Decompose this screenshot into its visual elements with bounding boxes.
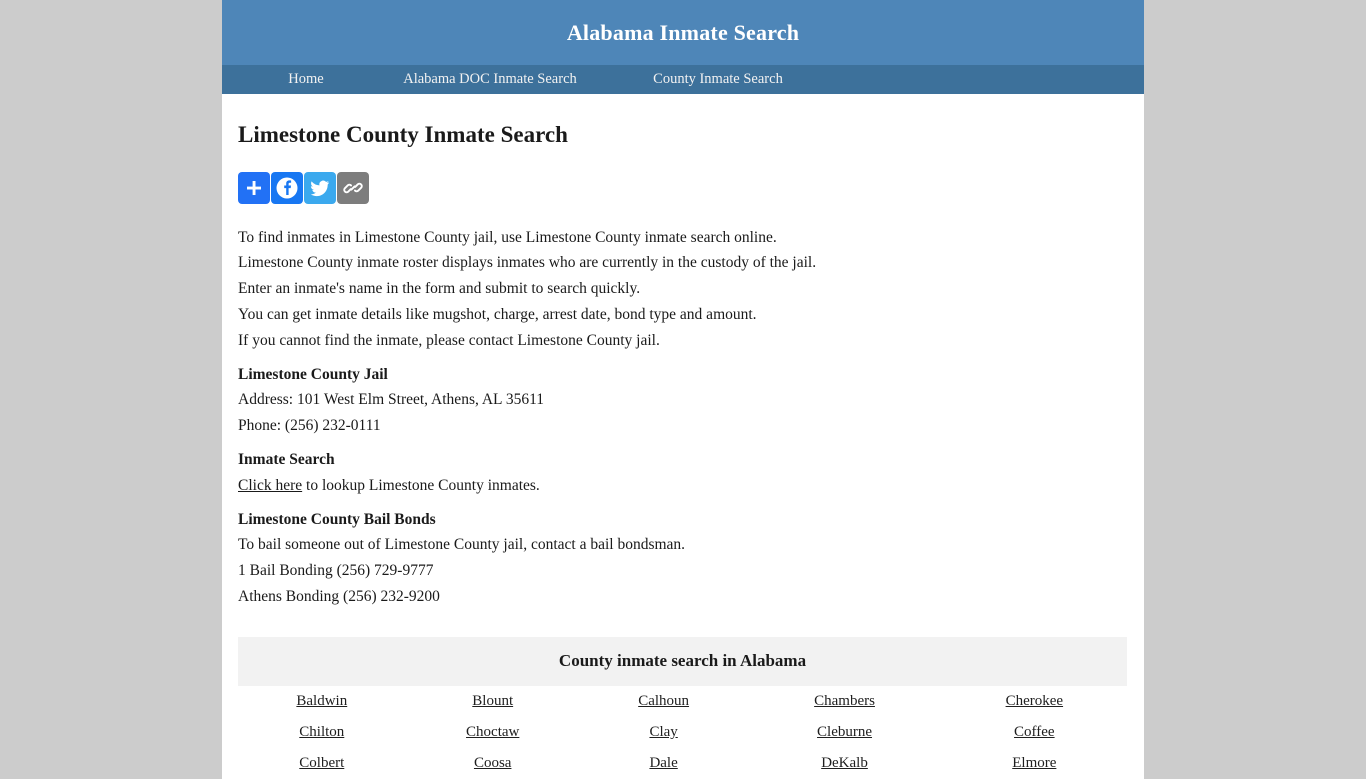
inmate-search-line: Click here to lookup Limestone County in… [238,473,1128,499]
site-title: Alabama Inmate Search [566,19,800,45]
jail-address: Address: 101 West Elm Street, Athens, AL… [238,391,545,409]
county-link-calhoun[interactable]: Calhoun [638,693,689,709]
bail-bondsman: 1 Bail Bonding (256) 729-9777 [238,562,434,580]
county-link-chambers[interactable]: Chambers [814,693,875,709]
nav-item-home[interactable]: Home [236,71,376,88]
bail-bondsman: Athens Bonding (256) 232-9200 [238,587,440,605]
county-link-dekalb[interactable]: DeKalb [821,755,868,771]
table-cell: Colbert [238,748,406,779]
county-link-dale[interactable]: Dale [649,755,677,771]
intro-line: Enter an inmate's name in the form and s… [238,280,641,298]
table-cell: Choctaw [406,717,580,748]
table-cell: Baldwin [238,686,406,717]
inmate-search-heading: Inmate Search [238,450,335,468]
county-link-coffee[interactable]: Coffee [1014,724,1055,740]
share-facebook-button[interactable] [271,171,303,204]
table-header-row: County inmate search in Alabama [238,636,1127,686]
table-cell: Cherokee [942,686,1127,717]
intro-paragraph: To find inmates in Limestone County jail… [238,225,1128,354]
share-buttons [238,171,1128,204]
intro-line: If you cannot find the inmate, please co… [238,331,660,349]
table-cell: Coosa [406,748,580,779]
bail-bonds-intro: To bail someone out of Limestone County … [238,536,686,554]
table-cell: Calhoun [580,686,748,717]
table-cell: Cleburne [747,717,941,748]
intro-line: You can get inmate details like mugshot,… [238,305,757,323]
page-container: Alabama Inmate Search Home Alabama DOC I… [222,0,1144,779]
main-navigation: Home Alabama DOC Inmate Search County In… [222,65,1144,94]
facebook-icon [275,176,299,200]
county-table-caption: County inmate search in Alabama [238,636,1127,686]
link-icon [342,177,364,199]
county-link-cleburne[interactable]: Cleburne [817,724,872,740]
table-cell: Elmore [942,748,1127,779]
table-row: Chilton Choctaw Clay Cleburne Coffee [238,717,1127,748]
county-link-choctaw[interactable]: Choctaw [466,724,519,740]
nav-item-county-inmate-search[interactable]: County Inmate Search [604,71,832,88]
table-cell: Clay [580,717,748,748]
jail-phone: Phone: (256) 232-0111 [238,417,381,435]
share-plus-button[interactable] [238,171,270,204]
county-search-table: County inmate search in Alabama Baldwin … [238,636,1127,779]
county-link-coosa[interactable]: Coosa [474,755,512,771]
twitter-icon [309,177,331,199]
intro-line: To find inmates in Limestone County jail… [238,228,777,246]
table-row: Baldwin Blount Calhoun Chambers Cherokee [238,686,1127,717]
county-link-baldwin[interactable]: Baldwin [296,693,347,709]
table-cell: Chilton [238,717,406,748]
site-header: Alabama Inmate Search [222,0,1144,65]
share-copy-link-button[interactable] [337,171,369,204]
county-link-colbert[interactable]: Colbert [299,755,344,771]
county-link-elmore[interactable]: Elmore [1012,755,1056,771]
main-content: Limestone County Inmate Search To find i… [222,121,1144,779]
table-cell: Blount [406,686,580,717]
share-twitter-button[interactable] [304,171,336,204]
table-cell: Chambers [747,686,941,717]
county-link-blount[interactable]: Blount [472,693,513,709]
table-cell: DeKalb [747,748,941,779]
table-cell: Coffee [942,717,1127,748]
county-link-chilton[interactable]: Chilton [299,724,344,740]
county-link-clay[interactable]: Clay [649,724,677,740]
inmate-search-suffix: to lookup Limestone County inmates. [302,476,540,494]
intro-line: Limestone County inmate roster displays … [238,254,817,272]
nav-item-doc-inmate-search[interactable]: Alabama DOC Inmate Search [376,71,604,88]
jail-heading: Limestone County Jail [238,365,388,383]
table-row: Colbert Coosa Dale DeKalb Elmore [238,748,1127,779]
plus-icon [244,178,264,198]
page-title: Limestone County Inmate Search [238,122,568,147]
bail-bonds-heading: Limestone County Bail Bonds [238,510,436,528]
click-here-link[interactable]: Click here [238,477,302,494]
county-link-cherokee[interactable]: Cherokee [1006,693,1063,709]
table-cell: Dale [580,748,748,779]
